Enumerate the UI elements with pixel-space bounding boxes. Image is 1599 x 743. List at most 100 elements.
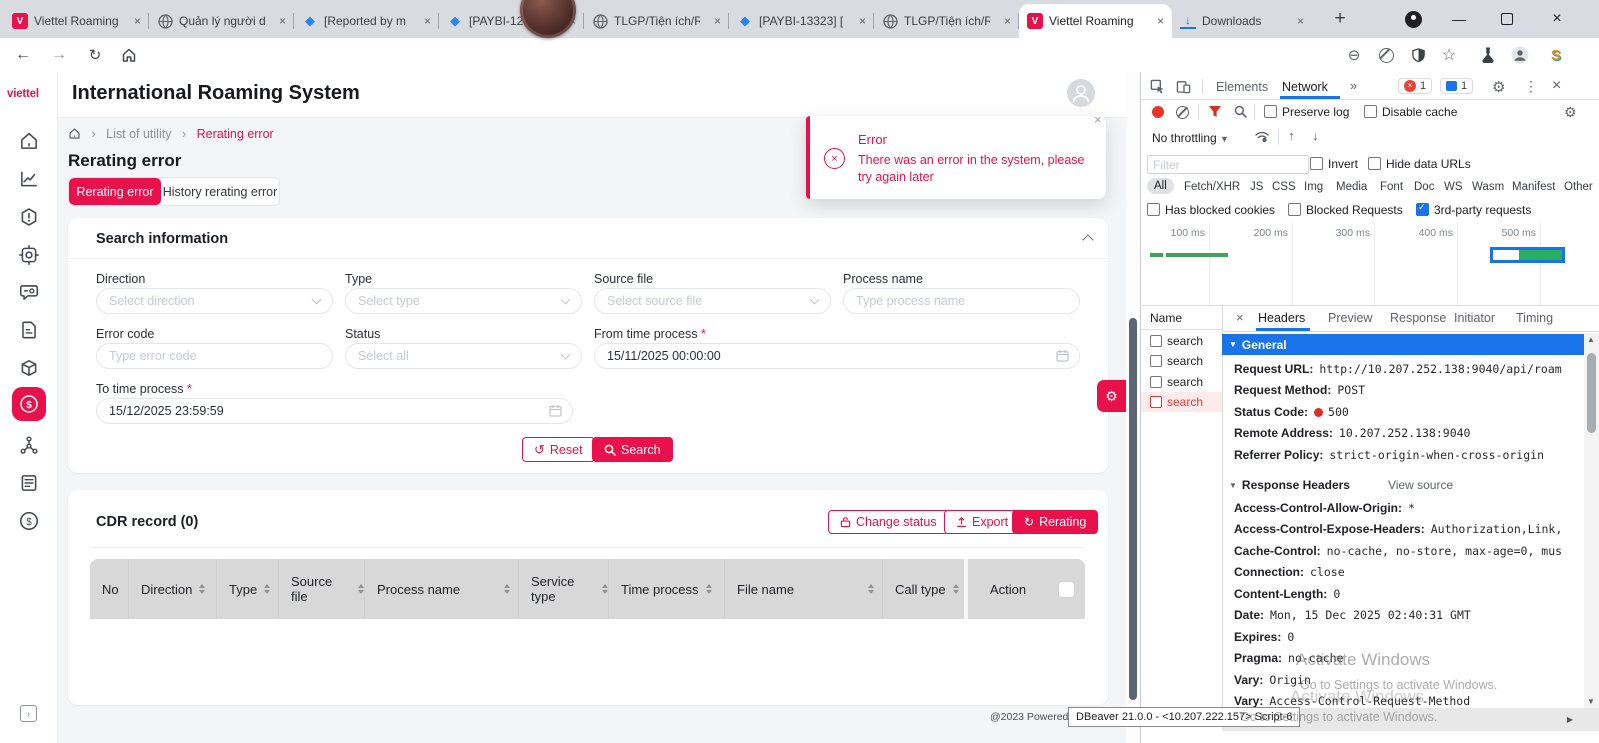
bookmark-star-icon[interactable]: ☆ (1435, 38, 1463, 72)
back-icon[interactable]: ← (8, 38, 38, 72)
browser-tab-1[interactable]: V Viettel Roaming × (4, 4, 149, 38)
network-conditions-icon[interactable] (1254, 129, 1270, 143)
request-row-3[interactable]: search (1141, 372, 1222, 392)
export-har-icon[interactable]: ↓ (1312, 128, 1319, 143)
reload-icon[interactable]: ↻ (80, 38, 110, 72)
detail-close-icon[interactable]: × (1236, 310, 1244, 325)
sidebar-package-icon[interactable] (18, 357, 40, 379)
device-toolbar-icon[interactable] (1176, 79, 1191, 94)
detail-vertical-scrollbar[interactable]: ▲ ▼ (1584, 333, 1599, 708)
sidebar-alert-icon[interactable] (18, 206, 40, 228)
tab-rerating-error[interactable]: Rerating error (69, 178, 161, 205)
chip-js[interactable]: JS (1250, 181, 1263, 193)
col-file-name[interactable]: File name (724, 559, 882, 619)
breadcrumb-home-icon[interactable] (68, 127, 81, 140)
window-minimize-button[interactable]: — (1444, 0, 1474, 38)
sidebar-report-icon[interactable] (18, 472, 40, 494)
page-scrollbar-thumb[interactable] (1129, 318, 1137, 700)
tab-history-rerating-error[interactable]: History rerating error (161, 178, 279, 205)
status-select[interactable] (345, 343, 582, 369)
chip-img[interactable]: Img (1304, 181, 1323, 193)
browser-tab-downloads[interactable]: ↓ Downloads × (1172, 4, 1312, 38)
browser-profile-icon[interactable] (1506, 38, 1534, 72)
request-row-1[interactable]: search (1141, 331, 1222, 351)
col-action[interactable]: Action (964, 559, 1048, 619)
tab-close-icon[interactable]: × (273, 14, 286, 28)
detail-tab-headers[interactable]: Headers (1258, 311, 1305, 325)
general-section-header[interactable]: ▼General (1222, 334, 1584, 355)
home-icon[interactable] (114, 38, 144, 72)
browser-tab-active[interactable]: V Viettel Roaming × (1019, 4, 1172, 38)
col-time-process[interactable]: Time process (608, 559, 724, 619)
response-headers-section-header[interactable]: ▼Response Headers View source (1222, 475, 1584, 495)
shield-icon[interactable] (1404, 38, 1432, 72)
devtools-console-badge[interactable]: 1 (1440, 78, 1473, 94)
export-button[interactable]: Export (944, 510, 1020, 534)
sidebar-automation-icon[interactable] (18, 244, 40, 266)
browser-tab-7[interactable]: TLGP/Tiện ích/R × (874, 4, 1019, 38)
sidebar-document-icon[interactable] (18, 319, 40, 341)
detail-tab-initiator[interactable]: Initiator (1454, 311, 1495, 325)
devtools-settings-gear-icon[interactable]: ⚙ (1492, 78, 1505, 96)
devtools-close-icon[interactable]: × (1552, 77, 1561, 95)
devtools-tab-network[interactable]: Network (1282, 80, 1328, 94)
source-file-select[interactable] (594, 288, 831, 314)
forward-icon[interactable]: → (44, 38, 74, 72)
browser-tab-5[interactable]: TLGP/Tiện ích/R × (584, 4, 729, 38)
browser-tab-2[interactable]: Quản lý người d × (149, 4, 294, 38)
chip-other[interactable]: Other (1564, 181, 1593, 193)
tab-close-icon[interactable]: × (128, 14, 141, 28)
devtools-more-tabs-icon[interactable]: » (1350, 79, 1357, 93)
col-direction[interactable]: Direction (128, 559, 216, 619)
disable-cache-checkbox[interactable]: Disable cache (1364, 105, 1457, 119)
network-filter-input[interactable] (1147, 155, 1309, 174)
col-service-type[interactable]: Service type (518, 559, 608, 619)
select-all-checkbox-cell[interactable] (1048, 559, 1085, 619)
request-row-4-failed[interactable]: search (1141, 392, 1222, 412)
devtools-error-badge[interactable]: ×1 (1398, 78, 1432, 94)
blocked-requests-checkbox[interactable]: Blocked Requests (1288, 203, 1403, 217)
search-network-icon[interactable] (1234, 105, 1247, 118)
tab-close-icon[interactable]: × (1151, 14, 1164, 28)
change-status-button[interactable]: Change status (828, 510, 949, 534)
tab-close-icon[interactable]: × (708, 14, 721, 28)
s-extension-icon[interactable]: S (1542, 38, 1570, 72)
has-blocked-cookies-checkbox[interactable]: Has blocked cookies (1147, 203, 1275, 217)
network-settings-gear-icon[interactable]: ⚙ (1564, 104, 1577, 121)
new-tab-button[interactable]: + (1326, 0, 1354, 38)
window-maximize-button[interactable] (1492, 0, 1522, 38)
throttling-dropdown[interactable]: No throttling ▼ (1152, 131, 1229, 145)
chip-media[interactable]: Media (1336, 181, 1367, 193)
rerating-button[interactable]: ↻ Rerating (1012, 510, 1098, 534)
chip-fetch-xhr[interactable]: Fetch/XHR (1184, 181, 1240, 193)
detail-tab-response[interactable]: Response (1390, 311, 1446, 325)
user-avatar[interactable] (1067, 79, 1095, 107)
toast-close-icon[interactable]: × (1094, 112, 1102, 127)
clear-network-log-icon[interactable] (1176, 106, 1189, 124)
tab-close-icon[interactable]: × (1291, 14, 1304, 28)
col-type[interactable]: Type (216, 559, 278, 619)
blocked-content-icon[interactable] (1372, 38, 1400, 72)
to-time-input[interactable] (96, 398, 573, 424)
search-button[interactable]: Search (592, 437, 673, 462)
col-source-file[interactable]: Source file (278, 559, 364, 619)
col-no[interactable]: No (90, 559, 128, 619)
sidebar-chat-icon[interactable] (18, 281, 40, 303)
error-code-input[interactable] (96, 343, 333, 369)
sidebar-finance-icon[interactable]: $ (18, 510, 40, 532)
tab-close-icon[interactable]: × (853, 14, 866, 28)
chip-css[interactable]: CSS (1272, 181, 1296, 193)
filter-funnel-icon[interactable] (1208, 105, 1222, 118)
detail-tab-timing[interactable]: Timing (1516, 311, 1553, 325)
sidebar-item-rerating-active[interactable]: $ (12, 387, 46, 421)
calendar-icon[interactable] (549, 404, 562, 417)
view-source-link[interactable]: View source (1388, 478, 1453, 492)
chip-wasm[interactable]: Wasm (1472, 181, 1504, 193)
requests-name-header[interactable]: Name (1141, 306, 1222, 330)
tab-close-icon[interactable]: × (418, 14, 431, 28)
window-close-button[interactable]: × (1542, 0, 1572, 38)
inspect-element-icon[interactable] (1150, 79, 1165, 94)
calendar-icon[interactable] (1056, 349, 1069, 362)
col-process-name[interactable]: Process name (364, 559, 518, 619)
devtools-tab-elements[interactable]: Elements (1216, 80, 1268, 94)
